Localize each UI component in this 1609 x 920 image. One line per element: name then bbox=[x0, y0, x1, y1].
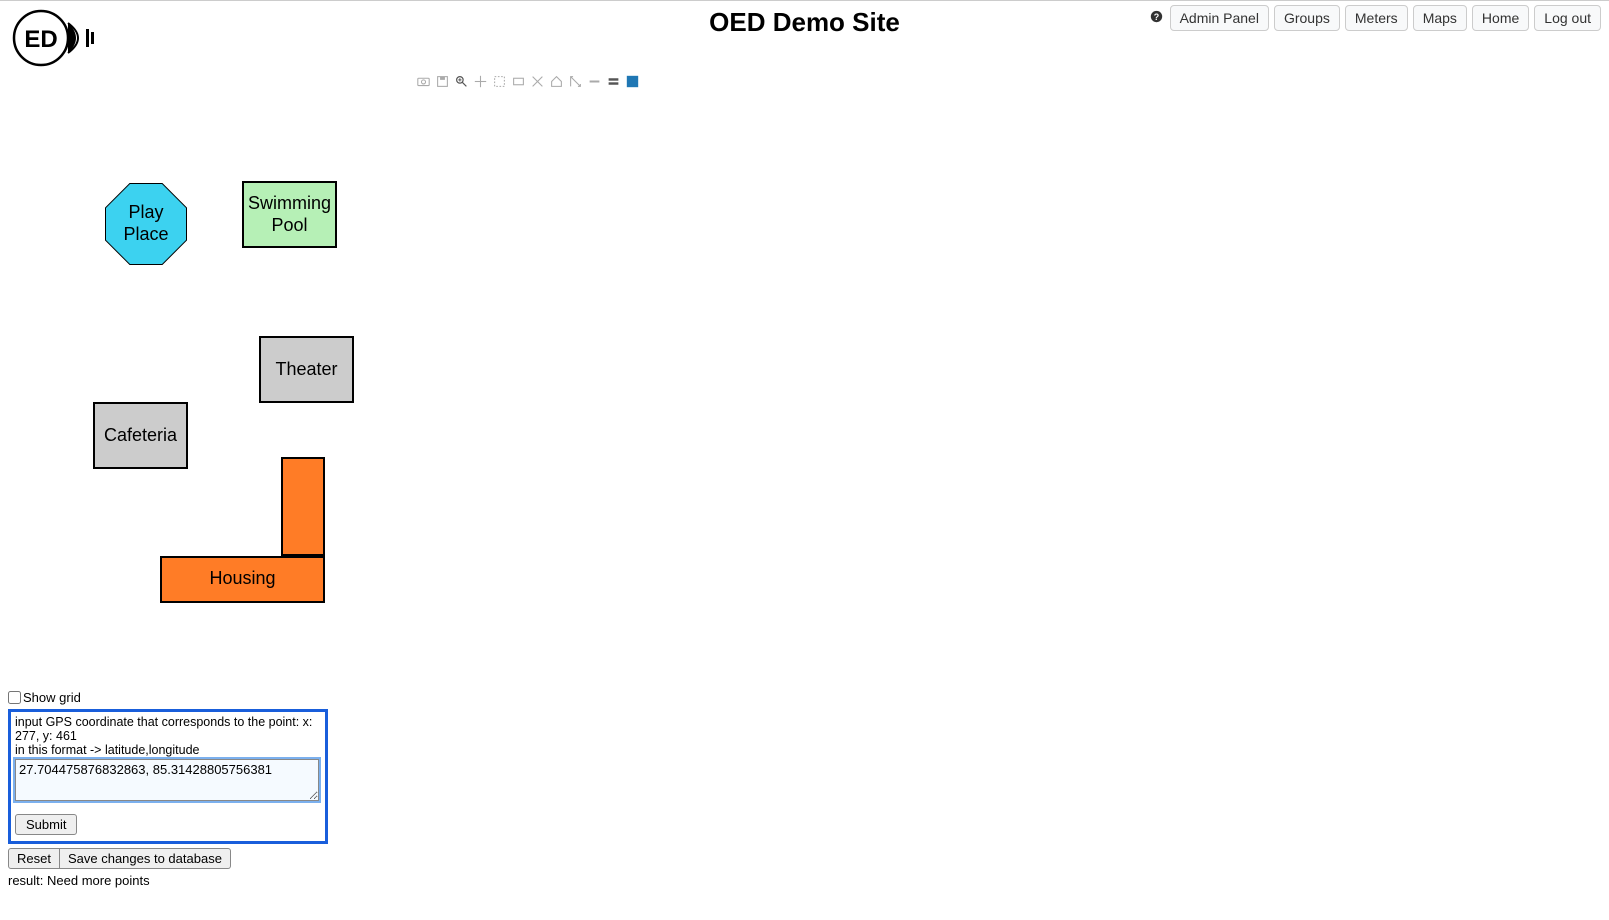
save-changes-button[interactable]: Save changes to database bbox=[60, 848, 231, 869]
oed-logo: ED bbox=[12, 9, 96, 72]
theater-shape: Theater bbox=[259, 336, 354, 403]
crosshair-icon[interactable] bbox=[531, 75, 544, 88]
logout-button[interactable]: Log out bbox=[1534, 5, 1601, 31]
zoom-icon[interactable] bbox=[455, 75, 468, 88]
cafeteria-shape: Cafeteria bbox=[93, 402, 188, 469]
svg-text:?: ? bbox=[1153, 12, 1158, 22]
svg-text:ED: ED bbox=[24, 26, 57, 53]
plotly-logo-icon[interactable] bbox=[626, 75, 639, 88]
show-grid-label: Show grid bbox=[23, 690, 81, 705]
meters-button[interactable]: Meters bbox=[1345, 5, 1408, 31]
housing-label: Housing bbox=[160, 568, 325, 589]
result-text: result: Need more points bbox=[8, 873, 1609, 888]
housing-tower-shape bbox=[281, 457, 325, 556]
gps-prompt-line2: in this format -> latitude,longitude bbox=[15, 743, 321, 757]
autoscale-icon[interactable] bbox=[569, 75, 582, 88]
box-select-icon[interactable] bbox=[493, 75, 506, 88]
theater-label: Theater bbox=[275, 359, 337, 381]
pan-icon[interactable] bbox=[474, 75, 487, 88]
submit-button[interactable]: Submit bbox=[15, 814, 77, 835]
help-icon[interactable]: ? bbox=[1150, 10, 1163, 26]
toggle-spike-icon[interactable] bbox=[588, 75, 601, 88]
play-place-label-l2: Place bbox=[123, 224, 168, 244]
reset-button[interactable]: Reset bbox=[8, 848, 60, 869]
lasso-icon[interactable] bbox=[512, 75, 525, 88]
home-icon[interactable] bbox=[550, 75, 563, 88]
play-place-label-l1: Play bbox=[128, 202, 163, 222]
groups-button[interactable]: Groups bbox=[1274, 5, 1340, 31]
admin-panel-button[interactable]: Admin Panel bbox=[1170, 5, 1269, 31]
gps-input-panel: input GPS coordinate that corresponds to… bbox=[8, 709, 328, 844]
save-icon[interactable] bbox=[436, 75, 449, 88]
show-grid-checkbox[interactable] bbox=[8, 691, 21, 704]
play-place-shape: Play Place bbox=[106, 184, 186, 264]
swimming-pool-shape: Swimming Pool bbox=[242, 181, 337, 248]
swimming-pool-label-l2: Pool bbox=[271, 215, 307, 235]
gps-prompt-line1: input GPS coordinate that corresponds to… bbox=[15, 715, 321, 743]
hover-closest-icon[interactable] bbox=[607, 75, 620, 88]
gps-coordinate-input[interactable]: 27.704475876832863, 85.31428805756381 bbox=[15, 759, 319, 801]
map-canvas[interactable]: Play Place Swimming Pool Theater Cafeter… bbox=[0, 94, 1200, 684]
camera-icon[interactable] bbox=[417, 75, 430, 88]
cafeteria-label: Cafeteria bbox=[104, 425, 177, 447]
plotly-toolbar bbox=[417, 75, 1609, 88]
maps-button[interactable]: Maps bbox=[1413, 5, 1467, 31]
swimming-pool-label-l1: Swimming bbox=[248, 193, 331, 213]
home-button[interactable]: Home bbox=[1472, 5, 1529, 31]
